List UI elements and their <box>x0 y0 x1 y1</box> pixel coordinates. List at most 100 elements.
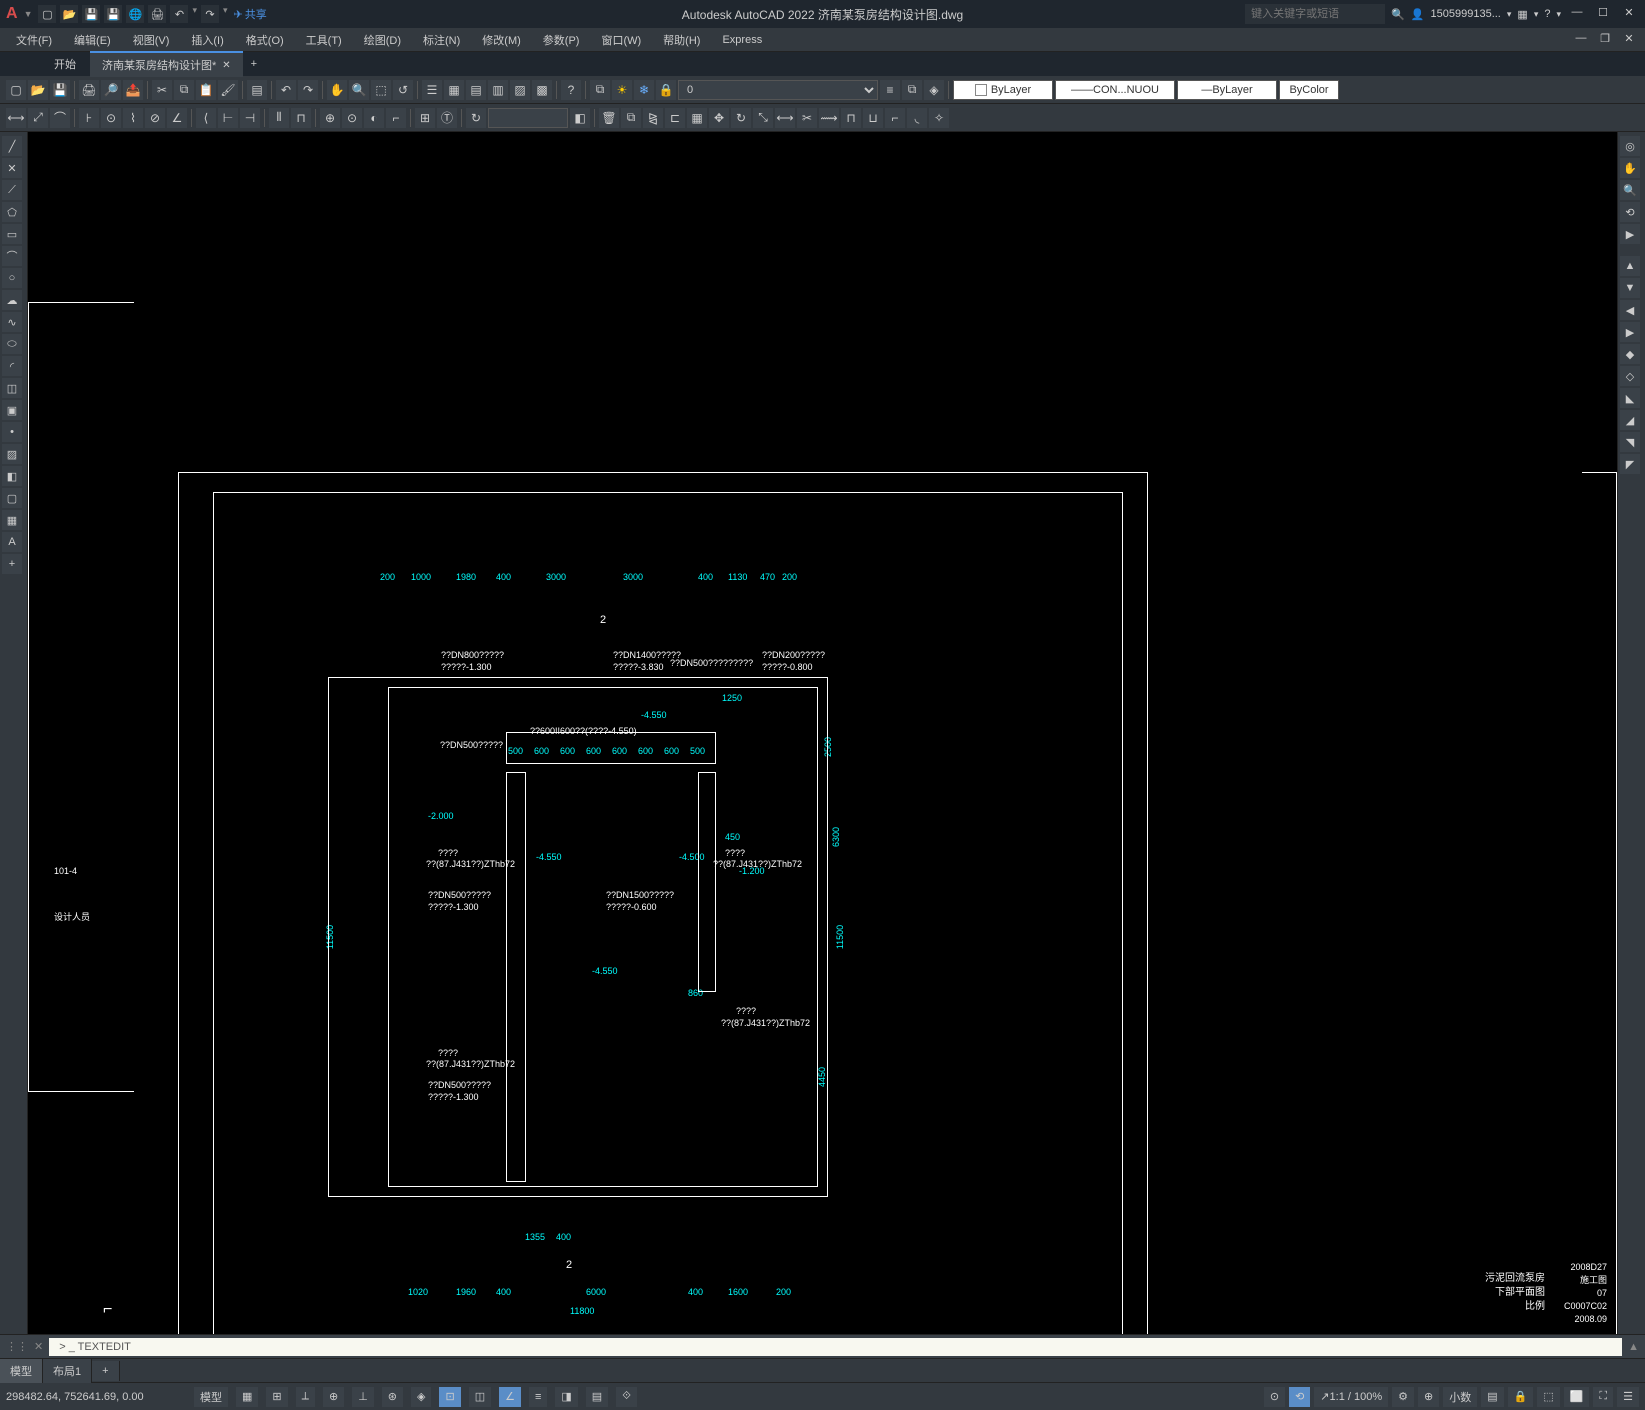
tab-add-button[interactable]: + <box>243 54 265 74</box>
status-ortho-icon[interactable]: ⊥ <box>352 1387 374 1407</box>
close-button[interactable]: ✕ <box>1619 6 1639 22</box>
color-dropdown[interactable]: ByLayer <box>953 80 1053 100</box>
modify-break-icon[interactable]: ⊓ <box>841 108 861 128</box>
status-3dosnap-icon[interactable]: ◫ <box>469 1387 491 1407</box>
jogged-linear-icon[interactable]: ⌐ <box>386 108 406 128</box>
vp-back-icon[interactable]: ◇ <box>1620 366 1640 386</box>
design-center-icon[interactable]: ▦ <box>444 80 464 100</box>
vp-front-icon[interactable]: ◆ <box>1620 344 1640 364</box>
vp-top-icon[interactable]: ▲ <box>1620 256 1640 276</box>
vp-ne-icon[interactable]: ◥ <box>1620 432 1640 452</box>
save-drawing-icon[interactable]: 💾 <box>50 80 70 100</box>
ellipse-arc-icon[interactable]: ◜ <box>2 356 22 376</box>
modify-extend-icon[interactable]: ⟿ <box>819 108 839 128</box>
modify-copy-icon[interactable]: ⧉ <box>621 108 641 128</box>
dim-update-icon[interactable]: ↻ <box>466 108 486 128</box>
dim-linear-icon[interactable]: ⟷ <box>6 108 26 128</box>
new-drawing-icon[interactable]: ▢ <box>6 80 26 100</box>
zoom-window-icon[interactable]: ⬚ <box>371 80 391 100</box>
vp-left-icon[interactable]: ◀ <box>1620 300 1640 320</box>
cmd-close-icon[interactable]: ✕ <box>34 1340 43 1353</box>
modify-trim-icon[interactable]: ✂ <box>797 108 817 128</box>
modify-move-icon[interactable]: ✥ <box>709 108 729 128</box>
menu-parametric[interactable]: 参数(P) <box>533 29 590 51</box>
status-annoscale-button[interactable]: ↗ 1:1 / 100% <box>1314 1387 1388 1407</box>
add-selected-icon[interactable]: + <box>2 554 22 574</box>
layer-match-icon[interactable]: ⧉ <box>902 80 922 100</box>
pan-icon[interactable]: ✋ <box>327 80 347 100</box>
redo-icon[interactable]: ↷ <box>201 5 219 23</box>
web-icon[interactable]: 🌐 <box>126 5 144 23</box>
modify-explode-icon[interactable]: ✧ <box>929 108 949 128</box>
vp-right-icon[interactable]: ▶ <box>1620 322 1640 342</box>
layer-iso-icon[interactable]: ◈ <box>924 80 944 100</box>
inspect-icon[interactable]: ◐ <box>364 108 384 128</box>
tolerance-icon[interactable]: ⊕ <box>320 108 340 128</box>
undo-icon[interactable]: ↶ <box>170 5 188 23</box>
save-icon[interactable]: 💾 <box>82 5 100 23</box>
status-annomon-icon[interactable]: ⊕ <box>1418 1387 1439 1407</box>
menu-view[interactable]: 视图(V) <box>123 29 180 51</box>
linetype-dropdown[interactable]: —— CON...NUOU <box>1055 80 1175 100</box>
layer-freeze-icon[interactable]: ❄ <box>634 80 654 100</box>
menu-edit[interactable]: 编辑(E) <box>64 29 121 51</box>
nav-orbit-icon[interactable]: ⟲ <box>1620 202 1640 222</box>
user-icon[interactable]: 👤 <box>1411 8 1425 21</box>
dim-tedit-icon[interactable]: Ⓣ <box>437 108 457 128</box>
doc-minimize-button[interactable]: — <box>1571 32 1591 48</box>
status-sc-icon[interactable]: ⟐ <box>616 1387 637 1407</box>
new-icon[interactable]: ▢ <box>38 5 56 23</box>
modify-stretch-icon[interactable]: ⟷ <box>775 108 795 128</box>
layer-prev-icon[interactable]: ≡ <box>880 80 900 100</box>
center-mark-icon[interactable]: ⊙ <box>342 108 362 128</box>
dim-baseline-icon[interactable]: ⊢ <box>218 108 238 128</box>
dim-style-input[interactable] <box>488 108 568 128</box>
plot-icon[interactable]: 🖨 <box>148 5 166 23</box>
dim-diameter-icon[interactable]: ⊘ <box>145 108 165 128</box>
table-icon[interactable]: ▦ <box>2 510 22 530</box>
doc-restore-button[interactable]: ❐ <box>1595 32 1615 48</box>
insert-block-icon[interactable]: ◫ <box>2 378 22 398</box>
pline-icon[interactable]: ⟋ <box>2 180 22 200</box>
mtext-icon[interactable]: A <box>2 532 22 552</box>
layout-tab-layout1[interactable]: 布局1 <box>43 1359 92 1383</box>
xline-icon[interactable]: ✕ <box>2 158 22 178</box>
dim-aligned-icon[interactable]: ⤢ <box>28 108 48 128</box>
polygon-icon[interactable]: ⬠ <box>2 202 22 222</box>
vp-bottom-icon[interactable]: ▼ <box>1620 278 1640 298</box>
status-model-button[interactable]: 模型 <box>194 1387 228 1407</box>
modify-chamfer-icon[interactable]: ⌐ <box>885 108 905 128</box>
tool-palette-icon[interactable]: ▤ <box>466 80 486 100</box>
menu-modify[interactable]: 修改(M) <box>472 29 531 51</box>
menu-insert[interactable]: 插入(I) <box>181 29 233 51</box>
dim-arc-icon[interactable]: ⌒ <box>50 108 70 128</box>
layer-manager-icon[interactable]: ⧉ <box>590 80 610 100</box>
make-block-icon[interactable]: ▣ <box>2 400 22 420</box>
tab-close-icon[interactable]: ✕ <box>222 60 230 71</box>
status-lockui-icon[interactable]: 🔒 <box>1508 1387 1534 1407</box>
status-otrack-icon[interactable]: ∠ <box>499 1387 521 1407</box>
maximize-button[interactable]: ☐ <box>1593 6 1613 22</box>
ellipse-icon[interactable]: ⬭ <box>2 334 22 354</box>
modify-join-icon[interactable]: ⊔ <box>863 108 883 128</box>
sheet-set-icon[interactable]: ▥ <box>488 80 508 100</box>
hatch-icon[interactable]: ▨ <box>2 444 22 464</box>
help-tool-icon[interactable]: ? <box>561 80 581 100</box>
markup-icon[interactable]: ▨ <box>510 80 530 100</box>
status-anno-icon[interactable]: ⊙ <box>1264 1387 1285 1407</box>
status-polar-icon[interactable]: ⊛ <box>382 1387 403 1407</box>
menu-tools[interactable]: 工具(T) <box>296 29 352 51</box>
revcloud-icon[interactable]: ☁ <box>2 290 22 310</box>
menu-file[interactable]: 文件(F) <box>6 29 62 51</box>
status-iso2-icon[interactable]: ⬚ <box>1537 1387 1559 1407</box>
modify-array-icon[interactable]: ▦ <box>687 108 707 128</box>
spline-icon[interactable]: ∿ <box>2 312 22 332</box>
search-input[interactable] <box>1245 4 1385 24</box>
dim-break-icon[interactable]: ⊓ <box>291 108 311 128</box>
quickcalc-icon[interactable]: ▩ <box>532 80 552 100</box>
dim-quick-icon[interactable]: ⟨ <box>196 108 216 128</box>
tab-start[interactable]: 开始 <box>40 52 90 76</box>
status-qp-icon[interactable]: ▤ <box>586 1387 608 1407</box>
point-icon[interactable]: • <box>2 422 22 442</box>
block-editor-icon[interactable]: ▤ <box>247 80 267 100</box>
